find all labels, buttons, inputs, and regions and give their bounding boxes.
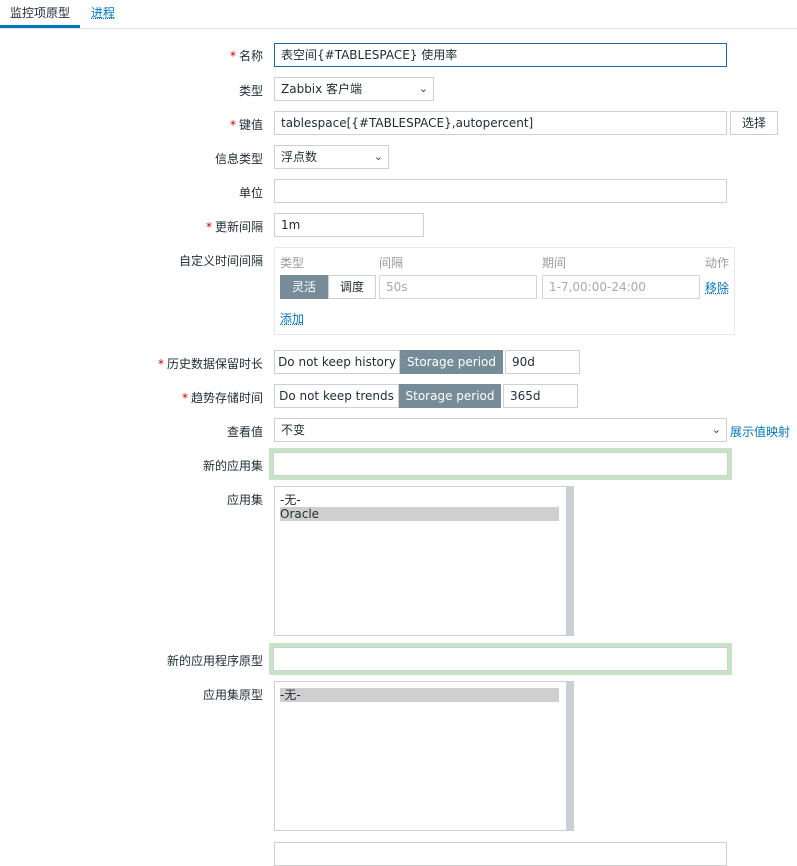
app-prototypes-option-none[interactable]: -无- [280,688,559,702]
type-select-value: Zabbix 客户端 [281,82,363,96]
trends-mode-toggle: Do not keep trends Storage period [274,384,501,408]
type-flexible-option[interactable]: 灵活 [280,275,328,299]
required-marker: * [229,118,236,132]
new-application-focus-ring [269,448,732,480]
applications-option-oracle[interactable]: Oracle [280,507,559,521]
col-header-interval: 间隔 [379,256,404,270]
type-scheduling-option[interactable]: 调度 [328,275,376,299]
value-type-label: 信息类型 [214,152,263,166]
trends-no-keep-option[interactable]: Do not keep trends [274,384,399,408]
trends-label: * 趋势存储时间 [181,391,263,405]
new-app-prototype-label: 新的应用程序原型 [166,654,263,668]
col-header-period: 期间 [542,256,567,270]
history-storage-option[interactable]: Storage period [400,350,503,374]
key-label: * 键值 [229,118,263,132]
add-link[interactable]: 添加 [280,310,304,327]
col-header-type: 类型 [280,256,305,270]
next-field-input[interactable] [274,842,727,866]
update-interval-label: * 更新间隔 [205,220,263,234]
type-select[interactable]: Zabbix 客户端 ⌄ [274,77,434,101]
key-input[interactable]: tablespace[{#TABLESPACE},autopercent] [274,111,727,135]
value-type-select-value: 浮点数 [281,150,318,164]
scrollbar[interactable] [566,487,573,635]
history-period-input[interactable]: 90d [505,350,580,374]
tab-process[interactable]: 进程 [91,4,115,21]
interval-type-toggle: 灵活 调度 [280,275,376,299]
tab-item-prototype[interactable]: 监控项原型 [10,4,70,21]
valuemap-label: 查看值 [226,425,263,439]
custom-intervals-label: 自定义时间间隔 [178,254,263,268]
history-mode-toggle: Do not keep history Storage period [274,350,503,374]
show-value-mappings-link[interactable]: 展示值映射 [730,423,790,440]
applications-listbox[interactable]: -无- Oracle [274,486,574,636]
custom-intervals-panel: 类型 间隔 期间 动作 灵活 调度 50s 1-7,00:00-24:00 移除… [274,247,735,335]
app-prototypes-listbox[interactable]: -无- [274,681,574,831]
applications-option-none[interactable]: -无- [280,493,559,507]
chevron-down-icon: ⌄ [373,150,383,163]
trends-period-input[interactable]: 365d [503,384,578,408]
col-header-action: 动作 [705,256,730,270]
new-app-prototype-focus-ring [269,643,732,675]
valuemap-select[interactable]: 不变 ⌄ [274,418,727,442]
history-no-keep-option[interactable]: Do not keep history [274,350,400,374]
app-prototypes-label: 应用集原型 [202,688,263,702]
applications-label: 应用集 [226,493,263,507]
value-type-select[interactable]: 浮点数 ⌄ [274,145,389,169]
period-input[interactable]: 1-7,00:00-24:00 [542,275,700,299]
units-input[interactable] [274,179,727,203]
required-marker: * [157,357,164,371]
chevron-down-icon: ⌄ [711,423,721,436]
tab-bar: 监控项原型 进程 [0,0,797,29]
key-select-button[interactable]: 选择 [730,111,778,135]
name-label: * 名称 [229,49,263,63]
chevron-down-icon: ⌄ [418,82,428,95]
new-application-label: 新的应用集 [202,459,263,473]
new-app-prototype-input[interactable] [273,647,728,671]
new-application-input[interactable] [273,452,728,476]
history-label: * 历史数据保留时长 [157,357,263,371]
active-tab-indicator [0,25,80,28]
required-marker: * [181,391,188,405]
units-label: 单位 [238,186,263,200]
type-label: 类型 [238,84,263,98]
update-interval-input[interactable]: 1m [274,213,424,237]
scrollbar[interactable] [566,682,573,830]
valuemap-select-value: 不变 [281,423,306,437]
interval-input[interactable]: 50s [379,275,537,299]
name-input[interactable]: 表空间{#TABLESPACE} 使用率 [274,43,727,67]
remove-link[interactable]: 移除 [705,279,729,296]
trends-storage-option[interactable]: Storage period [399,384,501,408]
required-marker: * [205,220,212,234]
required-marker: * [229,49,236,63]
